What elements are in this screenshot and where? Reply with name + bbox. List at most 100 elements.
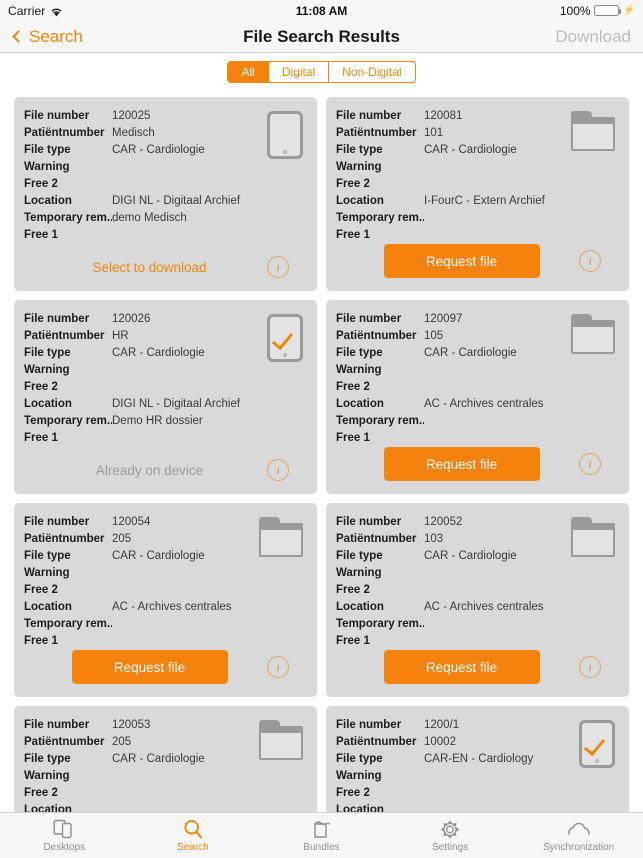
field-label-warning: Warning (24, 363, 70, 376)
field-value-patient-number: 103 (424, 532, 444, 545)
status-bar-right: 100% ⚡ (560, 4, 635, 18)
field-value-patient-number: 10002 (424, 735, 456, 748)
card-field-row: Location (336, 801, 617, 813)
tablet-check-icon (579, 720, 615, 768)
card-field-row: Location (24, 801, 305, 813)
tab-synchronization[interactable]: Synchronization (514, 813, 643, 858)
field-label-warning: Warning (336, 566, 382, 579)
tab-bundles-label: Bundles (303, 842, 340, 853)
field-label-location: Location (336, 600, 384, 613)
field-value-location: I-FourC - Extern Archief (424, 194, 545, 207)
download-button[interactable]: Download (555, 27, 631, 47)
tab-bundles[interactable]: Bundles (257, 813, 386, 858)
field-label-free2: Free 2 (24, 380, 58, 393)
filter-option-digital[interactable]: Digital (268, 62, 330, 82)
file-result-card[interactable]: File number 120025 Patiëntnumber Medisch Fil… (14, 97, 317, 291)
request-file-button[interactable]: Request file (71, 650, 228, 684)
filter-option-all[interactable]: All (228, 62, 269, 82)
field-label-warning: Warning (24, 769, 70, 782)
field-label-warning: Warning (336, 160, 382, 173)
card-footer: Select to download i (14, 256, 317, 278)
file-result-card[interactable]: File number 1200/1 Patiëntnumber 10002 File … (326, 706, 629, 812)
card-field-row: Temporary rem... demo Medisch (24, 209, 305, 226)
file-result-card[interactable]: File number 120097 Patiëntnumber 105 File ty… (326, 300, 629, 494)
select-to-download-link[interactable]: Select to download (92, 260, 206, 275)
tab-search[interactable]: Search (129, 813, 258, 858)
field-label-free2: Free 2 (336, 177, 370, 190)
field-value-file-number: 120026 (112, 312, 151, 325)
card-fields: File number 120025 Patiëntnumber Medisch Fil… (24, 107, 305, 243)
file-result-card[interactable]: File number 120054 Patiëntnumber 205 File ty… (14, 503, 317, 697)
field-label-file-type: File type (24, 346, 71, 359)
battery-icon (593, 5, 621, 16)
folder-tab (571, 517, 592, 526)
card-field-row: Free 1 (336, 632, 617, 649)
card-field-row: Free 1 (24, 226, 305, 243)
card-field-row: Location DIGI NL - Digitaal Archief (24, 192, 305, 209)
folder-icon (571, 111, 615, 151)
status-bar: Carrier 11:08 AM 100% ⚡ (0, 0, 643, 21)
folder-icon (259, 720, 303, 760)
field-value-file-number: 120052 (424, 515, 463, 528)
field-value-patient-number: 105 (424, 329, 444, 342)
tab-bar: Desktops Search Bundles Settings Synchro… (0, 812, 643, 858)
request-file-button[interactable]: Request file (383, 650, 540, 684)
card-field-row: Free 1 (336, 226, 617, 243)
field-label-patient-number: Patiëntnumber (336, 329, 417, 342)
field-label-file-number: File number (24, 515, 90, 528)
info-icon[interactable]: i (267, 256, 289, 278)
field-value-file-type: CAR-EN - Cardiology (424, 752, 534, 765)
card-action-slot: Select to download (14, 260, 267, 275)
card-field-row: Patiëntnumber HR (24, 327, 305, 344)
field-value-temporary-rem: Demo HR dossier (112, 414, 203, 427)
field-label-temporary-rem: Temporary rem... (336, 617, 424, 630)
field-value-file-number: 120053 (112, 718, 151, 731)
field-label-file-number: File number (24, 312, 90, 325)
card-field-row: Patiëntnumber Medisch (24, 124, 305, 141)
card-field-row: Free 2 (24, 175, 305, 192)
request-file-button[interactable]: Request file (383, 447, 540, 481)
field-value-patient-number: 205 (112, 532, 132, 545)
gear-icon (439, 818, 461, 840)
file-result-card[interactable]: File number 120053 Patiëntnumber 205 File ty… (14, 706, 317, 812)
field-label-file-number: File number (336, 515, 402, 528)
field-label-file-type: File type (336, 346, 383, 359)
info-icon[interactable]: i (267, 656, 289, 678)
tab-settings[interactable]: Settings (386, 813, 515, 858)
navigation-bar: Search File Search Results Download (0, 21, 643, 53)
info-icon[interactable]: i (579, 250, 601, 272)
info-icon[interactable]: i (579, 656, 601, 678)
field-value-file-type: CAR - Cardiologie (424, 346, 517, 359)
card-field-row: Temporary rem... (24, 615, 305, 632)
folder-glyph (259, 720, 303, 760)
field-label-temporary-rem: Temporary rem... (336, 414, 424, 427)
file-result-card[interactable]: File number 120081 Patiëntnumber 101 File ty… (326, 97, 629, 291)
field-label-patient-number: Patiëntnumber (24, 735, 105, 748)
info-icon[interactable]: i (579, 453, 601, 475)
field-label-file-number: File number (24, 718, 90, 731)
card-field-row: Patiëntnumber 10002 (336, 733, 617, 750)
field-value-location: AC - Archives centrales (424, 600, 544, 613)
file-result-card[interactable]: File number 120026 Patiëntnumber HR File typ… (14, 300, 317, 494)
file-result-card[interactable]: File number 120052 Patiëntnumber 103 File ty… (326, 503, 629, 697)
folder-tab (571, 111, 592, 120)
field-value-patient-number: 205 (112, 735, 132, 748)
filter-option-non-digital[interactable]: Non-Digital (329, 62, 415, 82)
folder-glyph (571, 517, 615, 557)
card-action-slot: Request file (14, 650, 267, 684)
field-label-patient-number: Patiëntnumber (336, 126, 417, 139)
tablet-glyph (267, 111, 303, 159)
field-label-free2: Free 2 (336, 786, 370, 799)
battery-percent-label: 100% (559, 3, 591, 18)
card-action-slot: Request file (326, 447, 579, 481)
info-icon[interactable]: i (267, 459, 289, 481)
folder-icon (259, 517, 303, 557)
field-value-patient-number: 101 (424, 126, 444, 139)
field-label-patient-number: Patiëntnumber (336, 532, 417, 545)
request-file-button[interactable]: Request file (383, 244, 540, 278)
filter-segmented-control[interactable]: All Digital Non-Digital (227, 61, 416, 83)
tab-desktops[interactable]: Desktops (0, 813, 129, 858)
field-value-file-type: CAR - Cardiologie (112, 346, 205, 359)
results-scroll-area[interactable]: File number 120025 Patiëntnumber Medisch Fil… (0, 91, 643, 812)
field-label-free1: Free 1 (24, 228, 58, 241)
